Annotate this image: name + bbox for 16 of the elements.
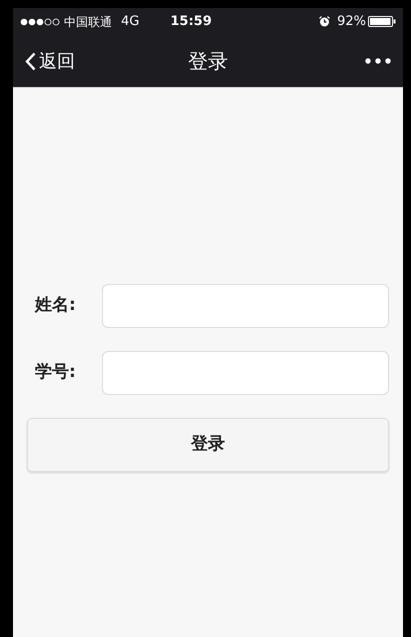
battery-icon [368,16,396,27]
page-title: 登录 [188,48,228,75]
more-icon[interactable] [365,58,391,64]
field-label: 姓名: [34,294,77,318]
network-type: 4G [121,12,140,31]
input-field[interactable] [102,351,389,395]
input-field[interactable] [102,284,389,328]
alarm-clock-icon [319,16,330,27]
signal-icon [20,18,61,26]
status-time: 15:59 [170,12,212,31]
carrier-name: 中国联通 [64,14,112,30]
battery-percent: 92% [337,12,366,31]
login-button[interactable]: 登录 [27,418,389,472]
back-button[interactable]: 返回 [25,48,75,74]
back-chevron-icon [25,52,36,70]
field-label: 学号: [34,361,77,384]
